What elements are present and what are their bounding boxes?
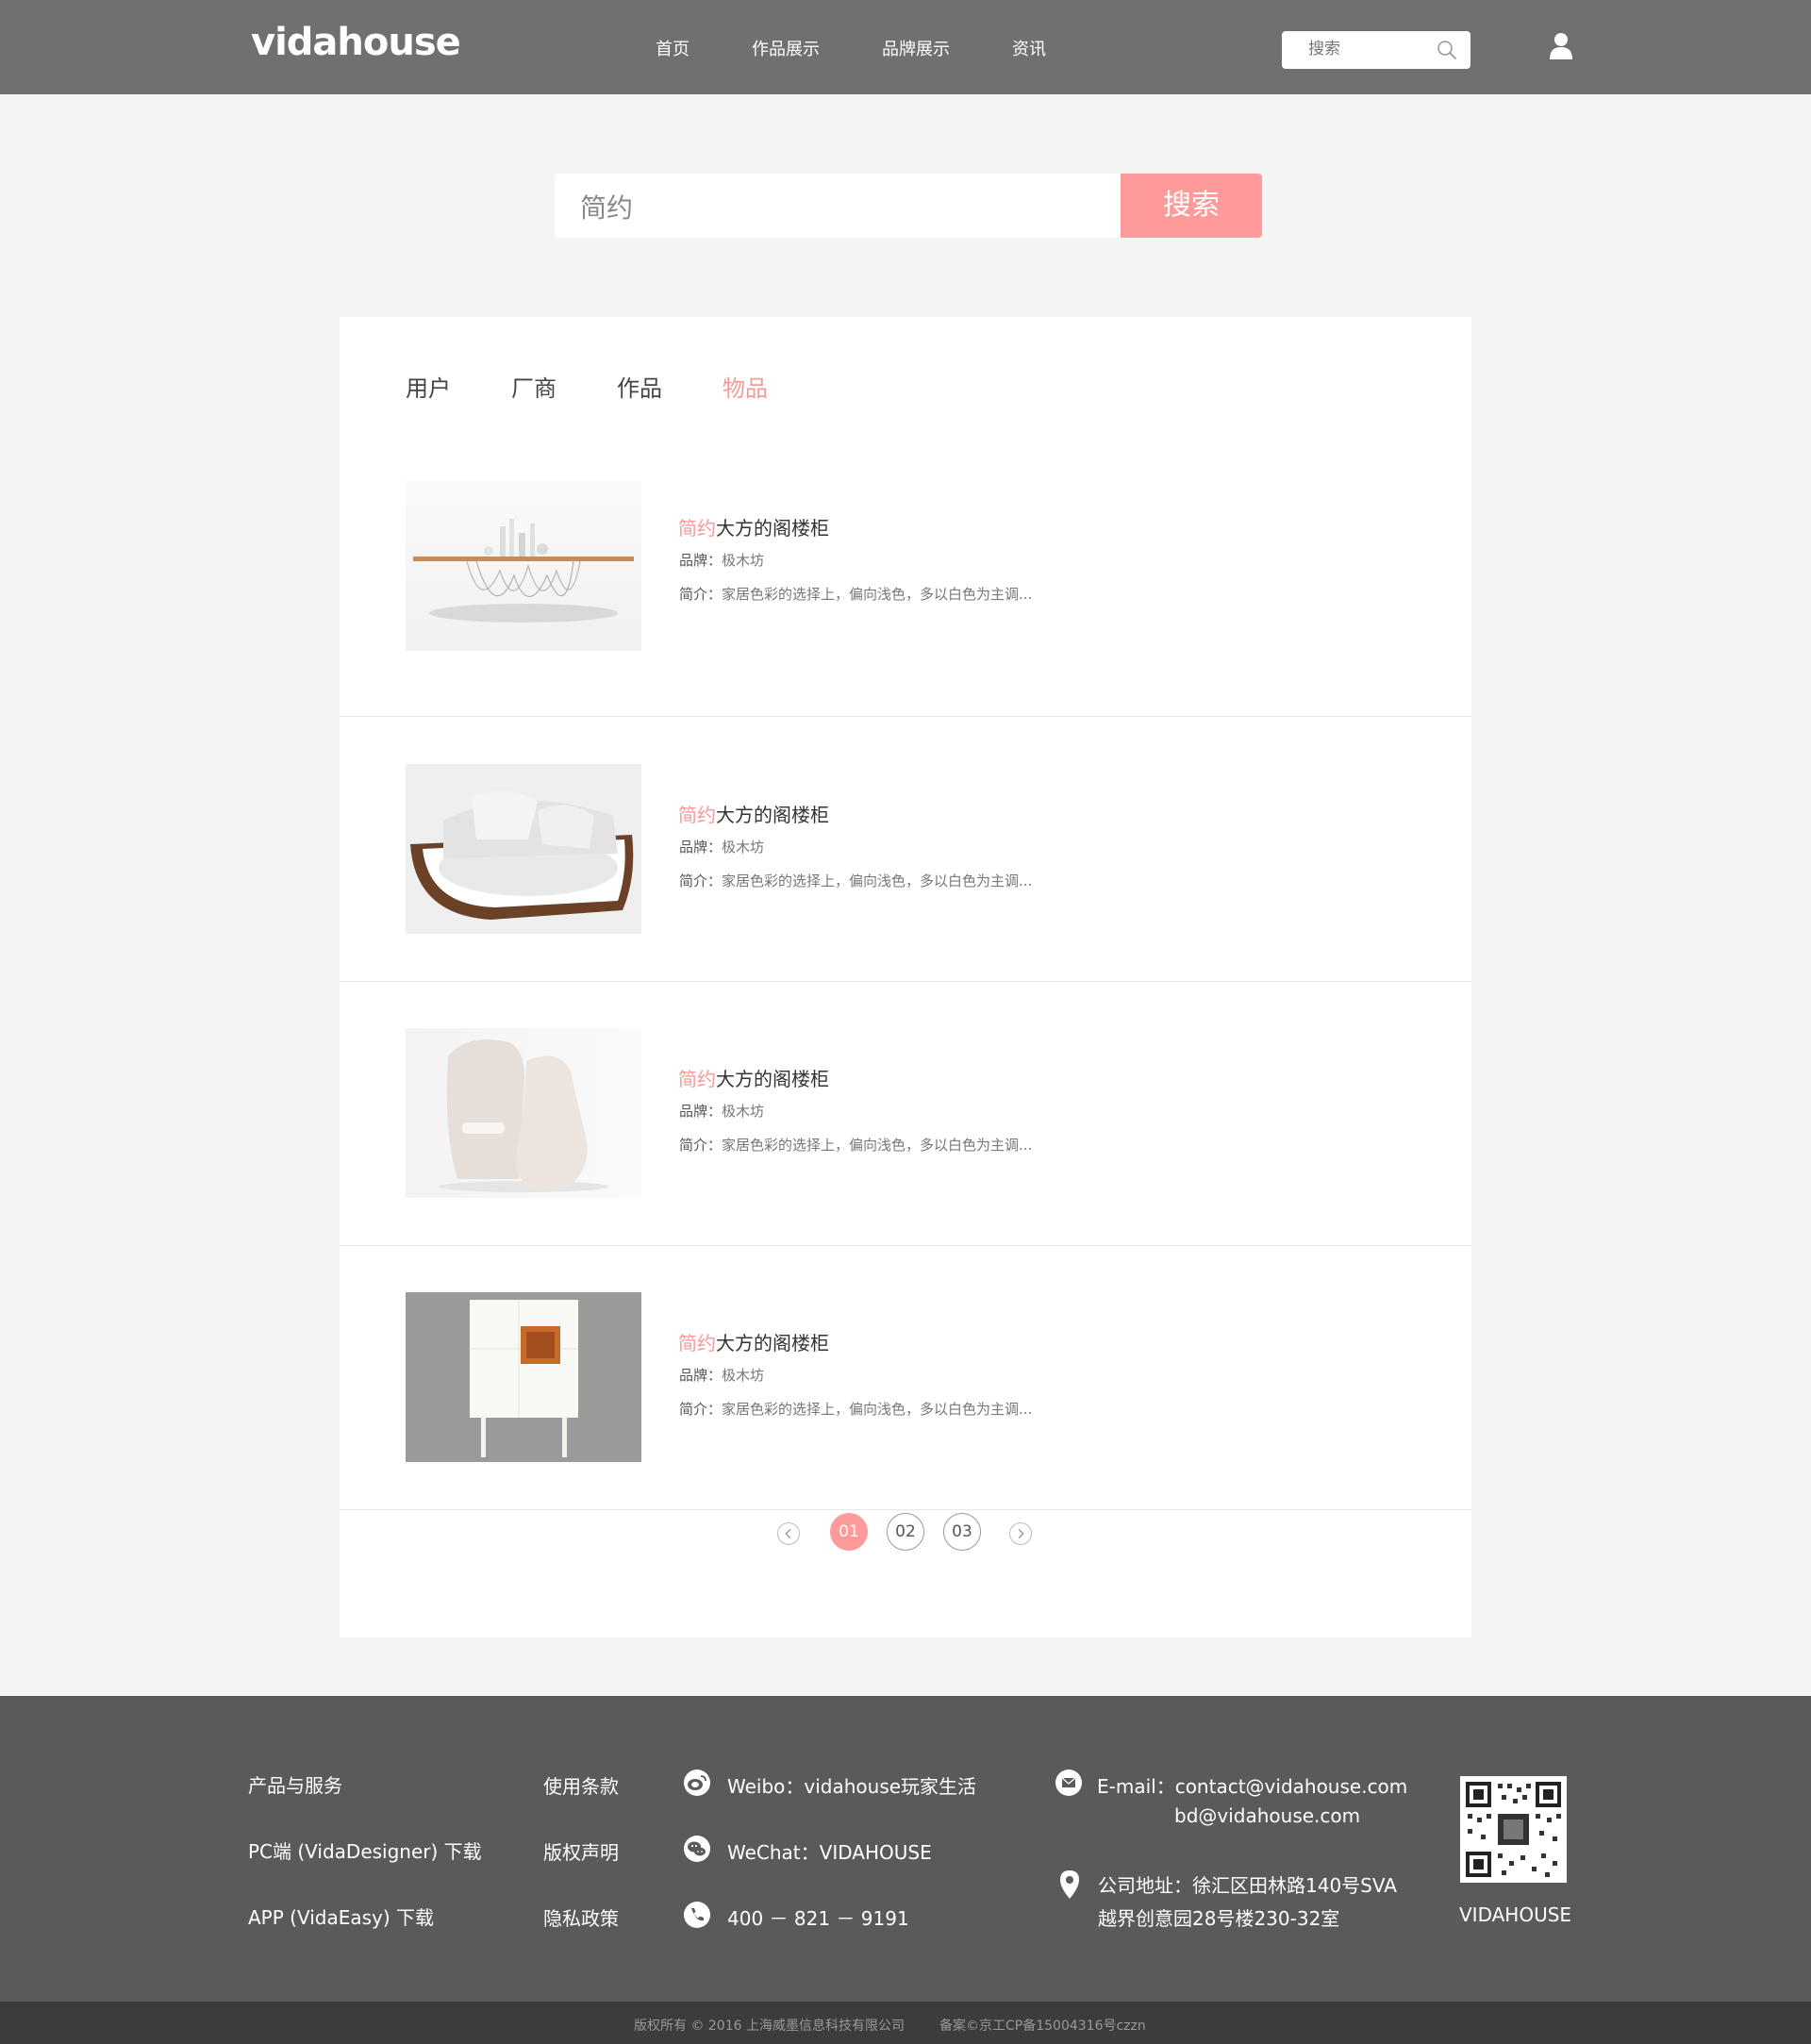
title-text: 大方的阁楼柜 bbox=[716, 1068, 829, 1090]
result-item[interactable]: 简约大方的阁楼柜 品牌：极木坊 简介：家居色彩的选择上，偏向浅色，多以白色为主调… bbox=[340, 982, 1471, 1246]
desc-label: 简介： bbox=[679, 586, 723, 603]
main-search-input[interactable] bbox=[578, 187, 1110, 226]
footer-terms-link[interactable]: 使用条款 bbox=[543, 1771, 619, 1799]
title-highlight: 简约 bbox=[678, 804, 716, 826]
desc-label: 简介： bbox=[679, 1401, 723, 1418]
result-description: 简介：家居色彩的选择上，偏向浅色，多以白色为主调... bbox=[679, 871, 1032, 890]
main-search-button[interactable]: 搜索 bbox=[1121, 174, 1262, 238]
product-image-lounge-chair[interactable] bbox=[406, 1028, 641, 1198]
footer-address-line2: 越界创意园28号楼230-32室 bbox=[1098, 1907, 1340, 1930]
brand-value: 极木坊 bbox=[722, 552, 765, 569]
page-button-03[interactable]: 03 bbox=[943, 1513, 981, 1551]
phone-icon[interactable] bbox=[683, 1901, 711, 1929]
pagination: 01 02 03 bbox=[340, 1513, 1471, 1554]
nav-home[interactable]: 首页 bbox=[656, 36, 690, 60]
page-button-02[interactable]: 02 bbox=[887, 1513, 924, 1551]
footer-copyright-link[interactable]: 版权声明 bbox=[543, 1837, 619, 1865]
result-brand: 品牌：极木坊 bbox=[679, 1365, 764, 1385]
footer-address-line1: 公司地址：徐汇区田林路140号SVA bbox=[1098, 1874, 1397, 1897]
prev-page-icon[interactable] bbox=[777, 1522, 800, 1545]
desc-value: 家居色彩的选择上，偏向浅色，多以白色为主调... bbox=[722, 1401, 1033, 1418]
site-footer: 产品与服务 PC端 (VidaDesigner) 下载 APP (VidaEas… bbox=[0, 1696, 1811, 2002]
page-button-01[interactable]: 01 bbox=[830, 1513, 868, 1551]
nav-brands[interactable]: 品牌展示 bbox=[882, 36, 950, 60]
footer-email-secondary[interactable]: bd@vidahouse.com bbox=[1174, 1804, 1360, 1827]
result-title[interactable]: 简约大方的阁楼柜 bbox=[678, 1328, 829, 1355]
result-item[interactable]: 简约大方的阁楼柜 品牌：极木坊 简介：家居色彩的选择上，偏向浅色，多以白色为主调… bbox=[340, 453, 1471, 717]
title-text: 大方的阁楼柜 bbox=[716, 804, 829, 826]
location-pin-icon bbox=[1060, 1870, 1079, 1899]
result-item[interactable]: 简约大方的阁楼柜 品牌：极木坊 简介：家居色彩的选择上，偏向浅色，多以白色为主调… bbox=[340, 1246, 1471, 1510]
weibo-icon[interactable] bbox=[683, 1769, 711, 1797]
search-icon[interactable] bbox=[1437, 40, 1457, 60]
result-title[interactable]: 简约大方的阁楼柜 bbox=[678, 800, 829, 827]
result-description: 简介：家居色彩的选择上，偏向浅色，多以白色为主调... bbox=[679, 1135, 1032, 1155]
footer-privacy-link[interactable]: 隐私政策 bbox=[543, 1903, 619, 1931]
next-page-icon[interactable] bbox=[1009, 1522, 1032, 1545]
desc-value: 家居色彩的选择上，偏向浅色，多以白色为主调... bbox=[722, 586, 1033, 603]
vidahouse-logo[interactable]: vidahouse bbox=[251, 21, 461, 64]
brand-label: 品牌： bbox=[679, 1367, 723, 1384]
user-icon[interactable] bbox=[1547, 31, 1575, 61]
brand-value: 极木坊 bbox=[722, 1367, 765, 1384]
main-search-bar: 搜索 bbox=[555, 174, 1262, 238]
brand-value: 极木坊 bbox=[722, 1103, 765, 1120]
desc-value: 家居色彩的选择上，偏向浅色，多以白色为主调... bbox=[722, 1137, 1033, 1154]
result-brand: 品牌：极木坊 bbox=[679, 1101, 764, 1121]
copyright-bar: 版权所有 © 2016 上海威墨信息科技有限公司 备案©京工CP备1500431… bbox=[0, 2002, 1811, 2044]
email-icon[interactable] bbox=[1055, 1769, 1083, 1797]
title-highlight: 简约 bbox=[678, 1068, 716, 1090]
qr-code-image bbox=[1460, 1776, 1567, 1883]
search-results-card: 用户 厂商 作品 物品 简约大方的阁楼柜 品牌：极木坊 简介：家居色彩的选择上，… bbox=[340, 317, 1471, 1637]
desc-label: 简介： bbox=[679, 1137, 723, 1154]
wechat-icon[interactable] bbox=[683, 1835, 711, 1863]
tab-works[interactable]: 作品 bbox=[617, 370, 662, 403]
result-brand: 品牌：极木坊 bbox=[679, 837, 764, 856]
copyright-text: 版权所有 © 2016 上海威墨信息科技有限公司 bbox=[634, 2019, 905, 2034]
footer-wechat: WeChat：VIDAHOUSE bbox=[727, 1841, 932, 1864]
footer-app-download-link[interactable]: APP (VidaEasy) 下载 bbox=[248, 1903, 434, 1930]
top-navigation-bar: vidahouse 首页 作品展示 品牌展示 资讯 bbox=[0, 0, 1811, 94]
brand-label: 品牌： bbox=[679, 839, 723, 856]
result-item[interactable]: 简约大方的阁楼柜 品牌：极木坊 简介：家居色彩的选择上，偏向浅色，多以白色为主调… bbox=[340, 717, 1471, 982]
title-text: 大方的阁楼柜 bbox=[716, 1332, 829, 1354]
footer-products-heading: 产品与服务 bbox=[248, 1774, 342, 1797]
footer-weibo: Weibo：vidahouse玩家生活 bbox=[727, 1775, 977, 1798]
header-search-input[interactable] bbox=[1306, 39, 1433, 59]
icp-record-text: 备案©京工CP备15004316号czzn bbox=[939, 2019, 1146, 2034]
nav-works[interactable]: 作品展示 bbox=[752, 36, 820, 60]
desc-label: 简介： bbox=[679, 872, 723, 889]
result-brand: 品牌：极木坊 bbox=[679, 550, 764, 570]
title-text: 大方的阁楼柜 bbox=[716, 517, 829, 540]
footer-phone: 400 － 821 － 9191 bbox=[727, 1907, 909, 1930]
brand-value: 极木坊 bbox=[722, 839, 765, 856]
product-image-sofa[interactable] bbox=[406, 764, 641, 934]
desc-value: 家居色彩的选择上，偏向浅色，多以白色为主调... bbox=[722, 872, 1033, 889]
result-description: 简介：家居色彩的选择上，偏向浅色，多以白色为主调... bbox=[679, 584, 1032, 604]
tab-users[interactable]: 用户 bbox=[406, 370, 451, 403]
nav-news[interactable]: 资讯 bbox=[1012, 36, 1046, 60]
footer-email-primary[interactable]: E-mail：contact@vidahouse.com bbox=[1097, 1771, 1407, 1799]
result-title[interactable]: 简约大方的阁楼柜 bbox=[678, 1064, 829, 1091]
main-search-field bbox=[555, 174, 1121, 238]
result-description: 简介：家居色彩的选择上，偏向浅色，多以白色为主调... bbox=[679, 1399, 1032, 1419]
product-image-table[interactable] bbox=[406, 481, 641, 651]
brand-label: 品牌： bbox=[679, 552, 723, 569]
footer-pc-download-link[interactable]: PC端 (VidaDesigner) 下载 bbox=[248, 1836, 482, 1864]
tab-items[interactable]: 物品 bbox=[723, 370, 768, 403]
product-image-cabinet[interactable] bbox=[406, 1292, 641, 1462]
result-title[interactable]: 简约大方的阁楼柜 bbox=[678, 513, 829, 540]
header-search-box bbox=[1282, 31, 1470, 69]
qr-code-caption: VIDAHOUSE bbox=[1459, 1903, 1572, 1926]
title-highlight: 简约 bbox=[678, 1332, 716, 1354]
tab-vendors[interactable]: 厂商 bbox=[511, 370, 557, 403]
title-highlight: 简约 bbox=[678, 517, 716, 540]
brand-label: 品牌： bbox=[679, 1103, 723, 1120]
